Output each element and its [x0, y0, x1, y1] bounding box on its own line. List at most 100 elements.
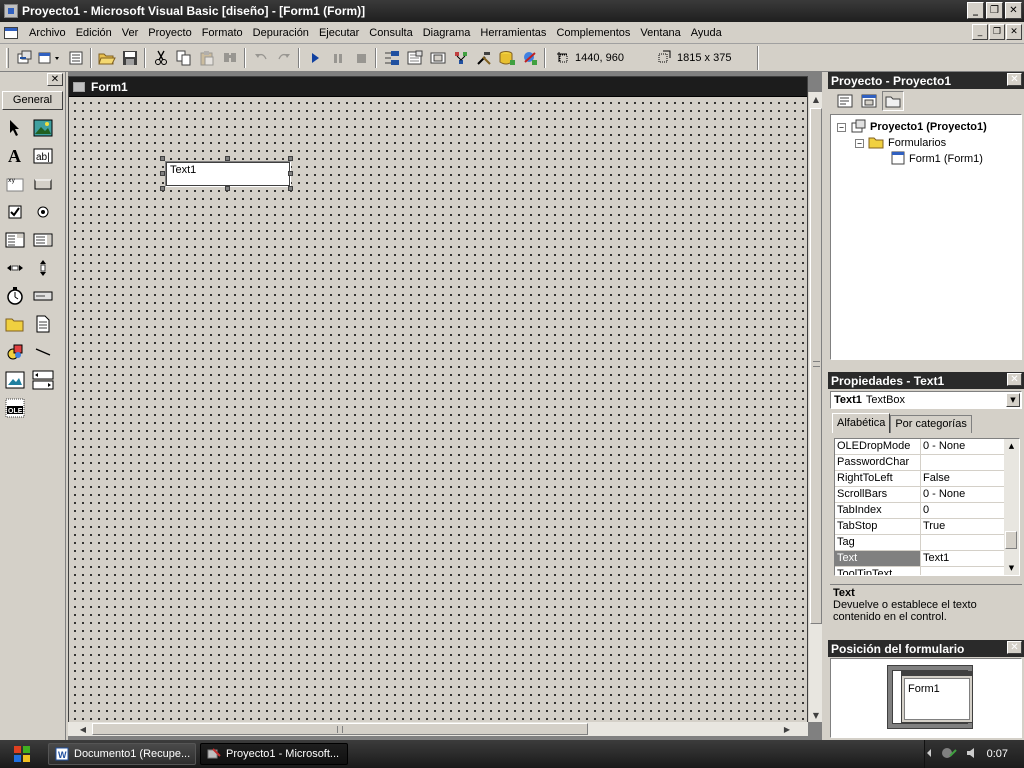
shape-icon[interactable] [1, 338, 29, 366]
resize-handle-e[interactable] [288, 171, 293, 176]
undo-icon[interactable] [249, 47, 272, 69]
optionbutton-icon[interactable] [29, 198, 57, 226]
form-design-surface[interactable]: Text1 [69, 97, 807, 731]
scroll-up-arrow[interactable]: ▲ [809, 92, 823, 106]
menu-archivo[interactable]: Archivo [24, 24, 71, 42]
object-selector-dropdown[interactable]: Text1 TextBox ▼ [830, 391, 1022, 409]
horizontal-scroll-thumb[interactable] [92, 723, 588, 735]
cut-icon[interactable] [149, 47, 172, 69]
open-project-icon[interactable] [95, 47, 118, 69]
add-project-icon[interactable] [13, 47, 36, 69]
view-code-icon[interactable] [834, 91, 856, 111]
menu-formato[interactable]: Formato [197, 24, 248, 42]
menu-complementos[interactable]: Complementos [551, 24, 635, 42]
form-layout-icon[interactable] [426, 47, 449, 69]
taskbar-button-vb[interactable]: Proyecto1 - Microsoft... [200, 743, 348, 765]
vscrollbar-icon[interactable] [29, 254, 57, 282]
form-layout-close-button[interactable]: ✕ [1007, 641, 1022, 654]
data-control-icon[interactable] [29, 366, 57, 394]
resize-handle-nw[interactable] [160, 156, 165, 161]
property-row[interactable]: ToolTipText [835, 567, 1019, 575]
property-row-selected[interactable]: Text Text1 [835, 551, 1019, 567]
resize-handle-ne[interactable] [288, 156, 293, 161]
save-project-icon[interactable] [118, 47, 141, 69]
clock[interactable]: 0:07 [987, 748, 1008, 760]
dropdown-arrow-icon[interactable]: ▼ [1006, 393, 1020, 407]
minimize-button[interactable]: _ [967, 2, 984, 19]
property-scroll-thumb[interactable] [1005, 531, 1017, 549]
toolbox-close-button[interactable]: ✕ [47, 73, 63, 86]
mdi-minimize-button[interactable]: _ [972, 24, 988, 40]
form-caption-bar[interactable]: Form1 [69, 77, 807, 97]
menu-ver[interactable]: Ver [117, 24, 144, 42]
tree-node-project[interactable]: − Proyecto1 (Proyecto1) [831, 119, 1021, 135]
menu-ejecutar[interactable]: Ejecutar [314, 24, 364, 42]
filelistbox-icon[interactable] [29, 310, 57, 338]
taskbar-button-word[interactable]: W Documento1 (Recupe... [48, 743, 196, 765]
combobox-icon[interactable] [1, 226, 29, 254]
scroll-down-arrow[interactable]: ▼ [1004, 561, 1019, 575]
vertical-scroll-thumb[interactable] [810, 108, 822, 624]
mdi-close-button[interactable]: ✕ [1006, 24, 1022, 40]
data-view-icon[interactable] [495, 47, 518, 69]
menu-edicion[interactable]: Edición [71, 24, 117, 42]
restore-button[interactable]: ❐ [986, 2, 1003, 19]
resize-handle-w[interactable] [160, 171, 165, 176]
property-grid-scrollbar[interactable]: ▲ ▼ [1004, 439, 1019, 575]
property-row[interactable]: PasswordChar [835, 455, 1019, 471]
toolbox-tools-icon[interactable] [472, 47, 495, 69]
dirlistbox-icon[interactable] [1, 310, 29, 338]
find-icon[interactable] [218, 47, 241, 69]
resize-handle-sw[interactable] [160, 186, 165, 191]
menu-editor-icon[interactable] [64, 47, 87, 69]
menu-proyecto[interactable]: Proyecto [143, 24, 196, 42]
start-button[interactable] [0, 740, 44, 768]
tab-categorized[interactable]: Por categorías [890, 415, 972, 433]
property-row[interactable]: Tag [835, 535, 1019, 551]
ole-container-icon[interactable]: OLE [1, 394, 29, 422]
timer-icon[interactable] [1, 282, 29, 310]
project-panel-close-button[interactable]: ✕ [1007, 73, 1022, 86]
tab-alphabetic[interactable]: Alfabética [832, 413, 891, 433]
run-start-icon[interactable] [303, 47, 326, 69]
property-row[interactable]: TabStop True [835, 519, 1019, 535]
collapse-toggle[interactable]: − [855, 138, 864, 148]
redo-icon[interactable] [272, 47, 295, 69]
checkbox-icon[interactable] [1, 198, 29, 226]
listbox-icon[interactable] [29, 226, 57, 254]
menu-ventana[interactable]: Ventana [635, 24, 685, 42]
toolbox-tab-general[interactable]: General [2, 91, 63, 110]
horizontal-scrollbar[interactable]: ◀ ▶ [68, 722, 808, 736]
menu-depuracion[interactable]: Depuración [248, 24, 314, 42]
property-row[interactable]: OLEDropMode 0 - None [835, 439, 1019, 455]
tree-node-form1[interactable]: Form1 (Form1) [831, 151, 1021, 167]
text1-textbox[interactable]: Text1 [165, 161, 291, 187]
toggle-folders-icon[interactable] [882, 91, 904, 111]
menu-ayuda[interactable]: Ayuda [686, 24, 727, 42]
hscrollbar-icon[interactable] [1, 254, 29, 282]
add-form-icon[interactable] [36, 47, 64, 69]
label-icon[interactable]: A [1, 142, 29, 170]
volume-icon[interactable] [965, 746, 979, 763]
object-browser-icon[interactable] [449, 47, 472, 69]
form-position-thumbnail[interactable]: Form1 [901, 671, 973, 723]
image-icon[interactable] [1, 366, 29, 394]
properties-panel-close-button[interactable]: ✕ [1007, 373, 1022, 386]
network-icon[interactable] [941, 746, 957, 763]
property-row[interactable]: RightToLeft False [835, 471, 1019, 487]
line-icon[interactable] [29, 338, 57, 366]
vertical-scrollbar[interactable]: ▲ ▼ [808, 92, 822, 722]
tree-node-forms-folder[interactable]: − Formularios [831, 135, 1021, 151]
property-row[interactable]: TabIndex 0 [835, 503, 1019, 519]
project-explorer-icon[interactable] [380, 47, 403, 69]
paste-icon[interactable] [195, 47, 218, 69]
textbox-icon[interactable]: ab| [29, 142, 57, 170]
run-stop-icon[interactable] [349, 47, 372, 69]
visual-component-manager-icon[interactable] [518, 47, 541, 69]
menu-diagrama[interactable]: Diagrama [418, 24, 476, 42]
scroll-down-arrow[interactable]: ▼ [809, 708, 823, 722]
collapse-toggle[interactable]: − [837, 122, 846, 132]
properties-window-icon[interactable] [403, 47, 426, 69]
run-pause-icon[interactable] [326, 47, 349, 69]
vb-app-icon[interactable] [4, 4, 18, 18]
